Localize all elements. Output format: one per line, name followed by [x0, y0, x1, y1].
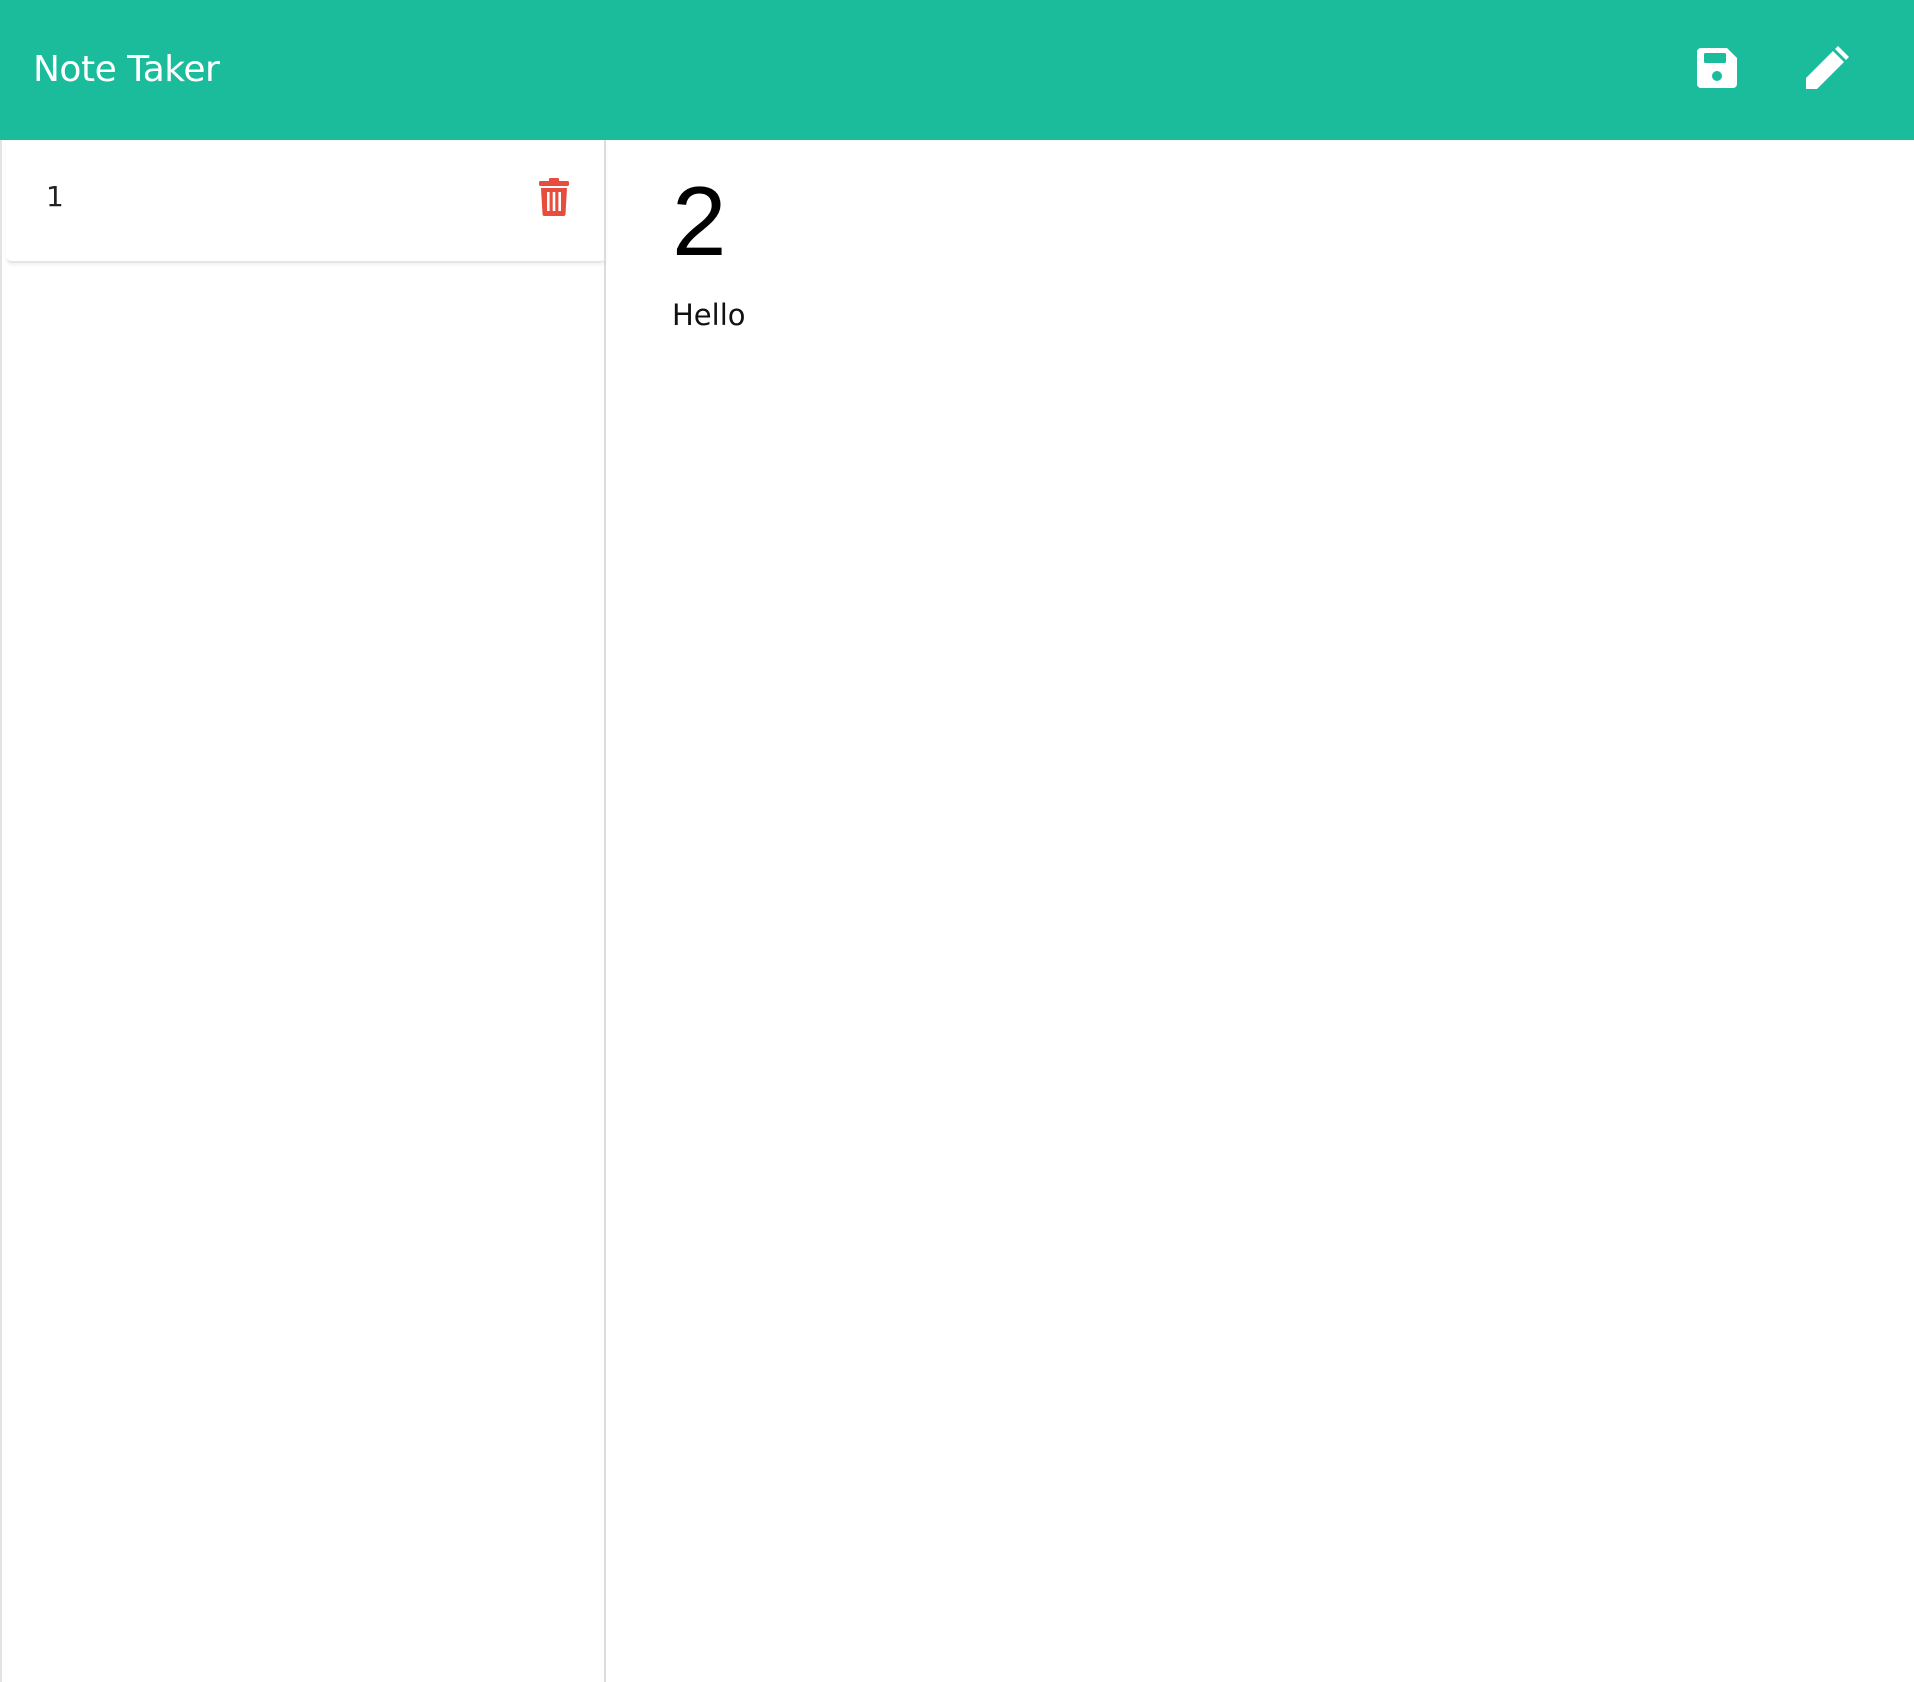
note-textarea[interactable]: Hello [672, 298, 746, 332]
note-editor: 2 Hello [606, 140, 1914, 1682]
note-title[interactable]: 2 [672, 167, 727, 276]
save-note-button[interactable] [1692, 42, 1742, 98]
brand-title[interactable]: Note Taker [33, 0, 220, 140]
save-icon [1695, 46, 1739, 95]
notes-sidebar: 1 [0, 140, 606, 1682]
pencil-icon [1802, 43, 1852, 98]
trash-icon[interactable] [538, 178, 570, 216]
list-item[interactable]: 1 [6, 140, 606, 263]
new-note-button[interactable] [1802, 42, 1852, 98]
navbar: Note Taker [0, 0, 1914, 140]
note-list-title: 1 [46, 180, 64, 213]
